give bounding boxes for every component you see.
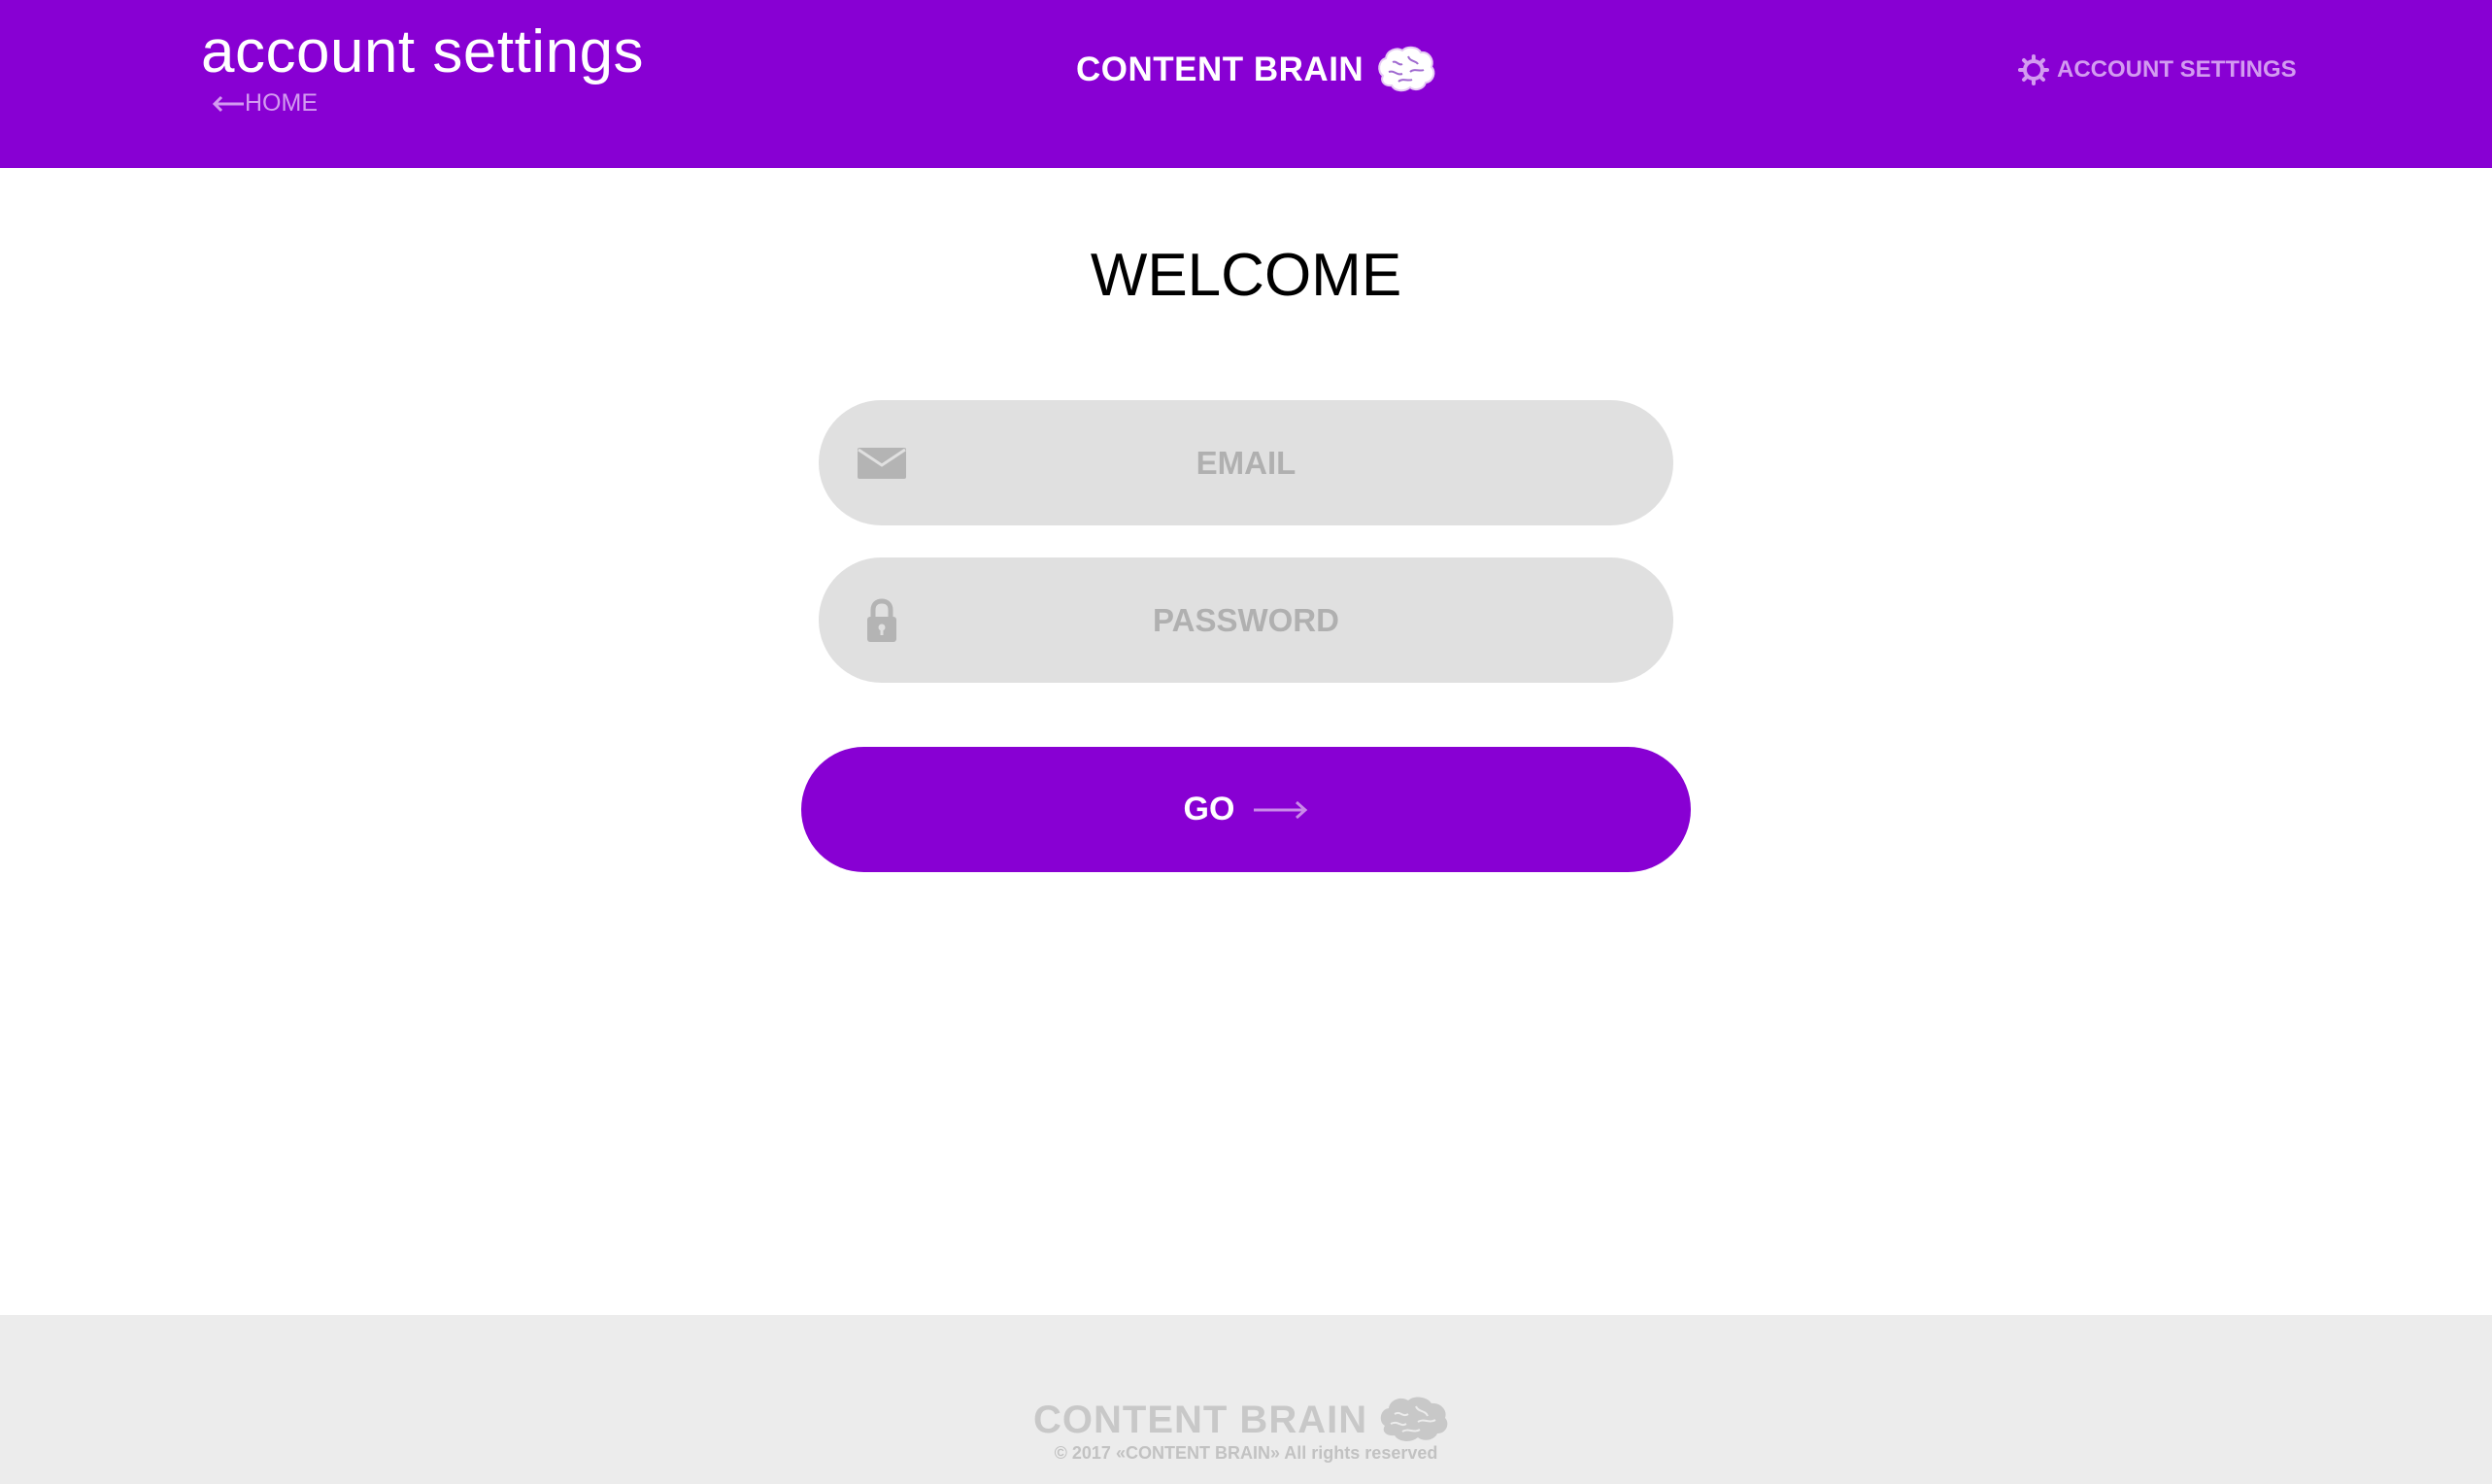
- brand-logo: CONTENT BRAIN: [1076, 43, 1437, 97]
- brand-name: CONTENT BRAIN: [1076, 51, 1364, 88]
- footer: CONTENT BRAIN © 2017 «CONTENT BRAIN» All…: [0, 1315, 2492, 1484]
- email-input[interactable]: [819, 400, 1673, 525]
- home-label: HOME: [245, 89, 318, 117]
- page-title: account settings: [201, 18, 645, 85]
- arrow-left-icon: [212, 95, 244, 112]
- brain-icon: [1378, 46, 1435, 92]
- top-header: account settings HOME CONTENT BRAIN ACCO…: [0, 0, 2492, 168]
- password-input[interactable]: [819, 557, 1673, 683]
- lock-icon: [867, 597, 896, 642]
- account-settings-link[interactable]: ACCOUNT SETTINGS: [2018, 54, 2297, 85]
- brain-icon: [1380, 1397, 1448, 1441]
- welcome-heading: WELCOME: [1090, 242, 1402, 309]
- gear-icon: [2018, 54, 2049, 85]
- go-label: GO: [1183, 791, 1235, 827]
- arrow-right-icon: [1254, 800, 1308, 819]
- envelope-icon: [858, 447, 906, 479]
- copyright-text: © 2017 «CONTENT BRAIN» All rights reserv…: [1054, 1443, 1438, 1463]
- password-field-wrapper: [819, 557, 1673, 683]
- account-settings-label: ACCOUNT SETTINGS: [2057, 56, 2297, 83]
- go-button[interactable]: GO: [801, 747, 1691, 872]
- home-link[interactable]: HOME: [212, 89, 318, 118]
- email-field-wrapper: [819, 400, 1673, 525]
- footer-brand-name: CONTENT BRAIN: [1033, 1398, 1368, 1441]
- footer-brand-logo: CONTENT BRAIN: [1033, 1393, 1451, 1447]
